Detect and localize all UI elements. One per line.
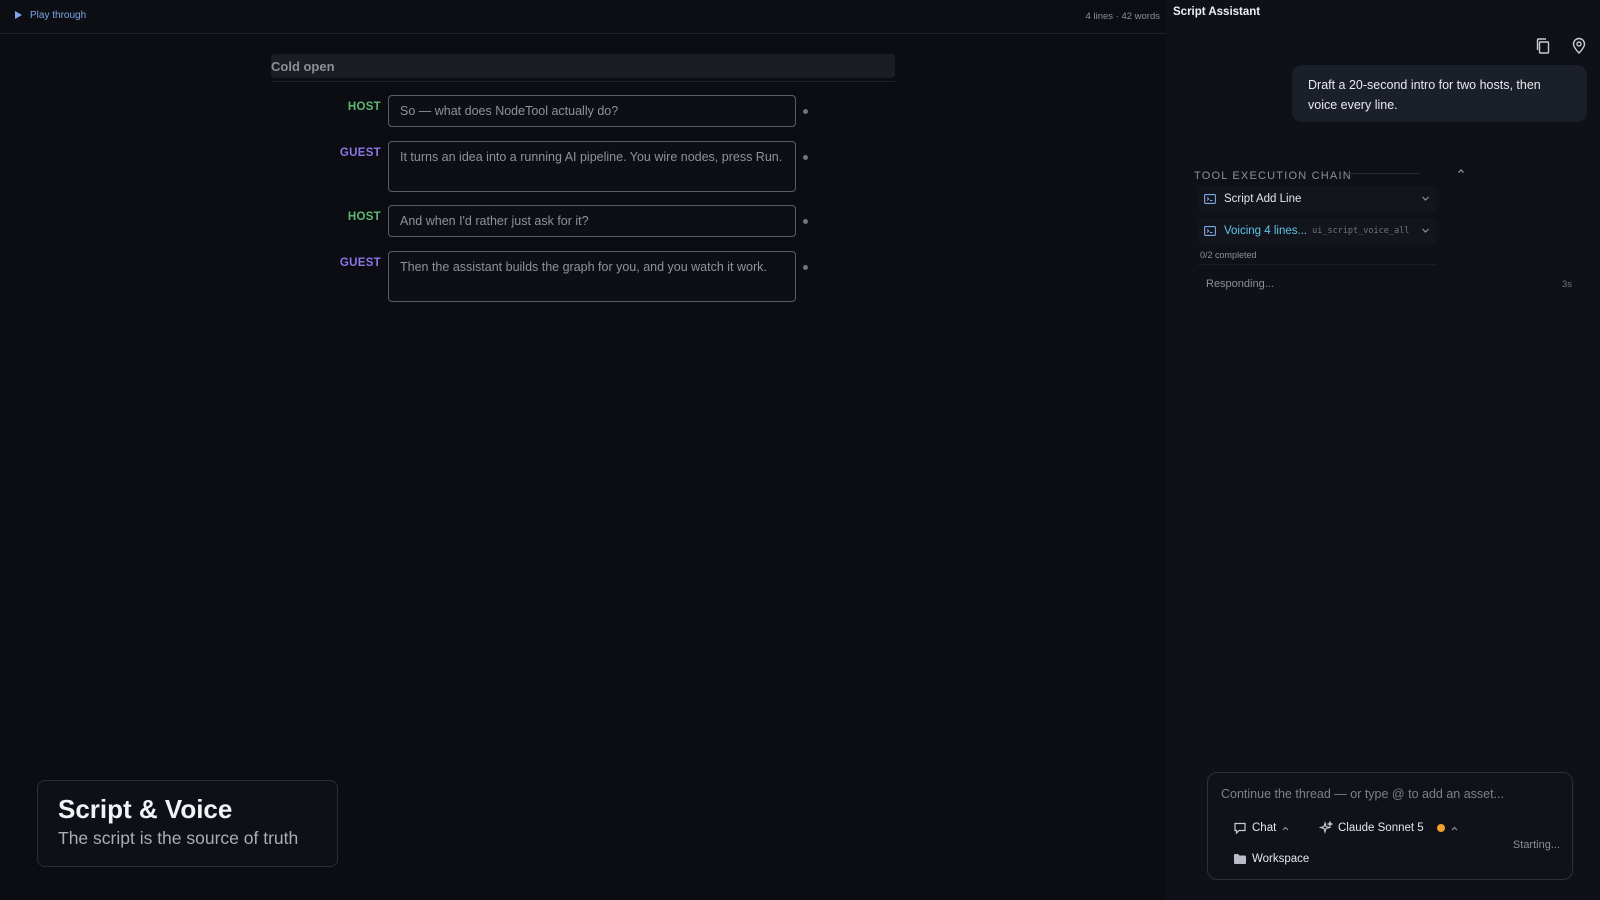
connection-status: Starting... xyxy=(1512,839,1560,851)
copy-button[interactable] xyxy=(1534,37,1552,55)
tool-call-voice-all[interactable]: Voicing 4 lines... ui_script_voice_all xyxy=(1198,218,1436,244)
chevron-down-icon xyxy=(1422,196,1429,201)
sparkles-icon xyxy=(1319,821,1333,835)
tool-name: Voicing 4 lines... xyxy=(1224,225,1308,237)
chevron-up-icon[interactable] xyxy=(1456,166,1466,176)
script-stats: 4 lines · 42 words xyxy=(1085,11,1160,22)
tool-name: Script Add Line xyxy=(1224,193,1302,205)
terminal-icon xyxy=(1204,226,1216,236)
terminal-icon xyxy=(1204,194,1216,204)
folder-icon xyxy=(1234,854,1246,864)
line-text-field[interactable]: It turns an idea into a running AI pipel… xyxy=(388,141,796,192)
line-status-dot xyxy=(803,109,808,114)
script-editor: Play through 4 lines · 42 words Cold ope… xyxy=(0,0,1166,900)
chevron-up-icon xyxy=(1282,826,1289,830)
badge-subtitle: The script is the source of truth xyxy=(58,828,299,848)
mode-selector[interactable]: Chat xyxy=(1233,821,1290,835)
play-through-button[interactable]: Play through xyxy=(12,9,86,21)
feature-badge: Script & Voice The script is the source … xyxy=(37,780,338,867)
section-title[interactable]: Cold open xyxy=(271,54,895,78)
responding-time: 3s xyxy=(1561,279,1572,290)
chevron-up-icon xyxy=(1451,826,1458,830)
line-text-field[interactable]: And when I'd rather just ask for it? xyxy=(388,205,796,237)
copy-icon xyxy=(1536,38,1550,54)
line-status-dot xyxy=(803,265,808,270)
assistant-panel: Script Assistant Draft a 20-second intro… xyxy=(1166,0,1600,900)
speaker-label[interactable]: HOST xyxy=(271,211,381,223)
line-status-dot xyxy=(803,219,808,224)
speaker-label[interactable]: GUEST xyxy=(271,257,381,269)
user-message: Draft a 20-second intro for two hosts, t… xyxy=(1292,65,1587,122)
model-status-dot xyxy=(1436,824,1445,832)
section-title-text: Cold open xyxy=(271,59,335,74)
model-label: Claude Sonnet 5 xyxy=(1338,822,1424,834)
tool-chain-header[interactable]: TOOL EXECUTION CHAIN xyxy=(1194,166,1464,182)
workspace-selector[interactable]: Workspace xyxy=(1233,853,1309,865)
tool-chain-label: TOOL EXECUTION CHAIN xyxy=(1194,170,1352,182)
play-icon xyxy=(15,11,22,19)
chevron-down-icon xyxy=(1422,228,1429,233)
chat-bubble-icon xyxy=(1234,822,1246,835)
panel-title: Script Assistant xyxy=(1173,6,1261,18)
editor-toolbar: Play through 4 lines · 42 words xyxy=(0,0,1166,34)
badge-title: Script & Voice xyxy=(58,794,233,824)
mode-label: Chat xyxy=(1252,822,1277,834)
tool-code-name: ui_script_voice_all xyxy=(1312,226,1410,236)
speaker-label[interactable]: GUEST xyxy=(271,147,381,159)
tool-progress: 0/2 completed xyxy=(1200,250,1257,260)
message-composer: Chat Claude Sonnet 5 Starting... Workspa… xyxy=(1207,772,1573,880)
line-status-dot xyxy=(803,155,808,160)
responding-status: Responding... xyxy=(1206,278,1274,290)
workspace-label: Workspace xyxy=(1252,853,1310,865)
tool-chain-divider xyxy=(1347,173,1420,174)
line-text-field[interactable]: Then the assistant builds the graph for … xyxy=(388,251,796,302)
line-text-field[interactable]: So — what does NodeTool actually do? xyxy=(388,95,796,127)
section-divider xyxy=(271,81,895,82)
speaker-label[interactable]: HOST xyxy=(271,101,381,113)
tool-call-script-add-line[interactable]: Script Add Line xyxy=(1198,186,1436,212)
location-button[interactable] xyxy=(1570,37,1588,55)
progress-divider xyxy=(1198,264,1436,265)
message-input[interactable] xyxy=(1221,787,1561,801)
location-pin-icon xyxy=(1572,37,1586,54)
play-through-label: Play through xyxy=(30,9,87,21)
model-selector[interactable]: Claude Sonnet 5 xyxy=(1319,821,1459,835)
